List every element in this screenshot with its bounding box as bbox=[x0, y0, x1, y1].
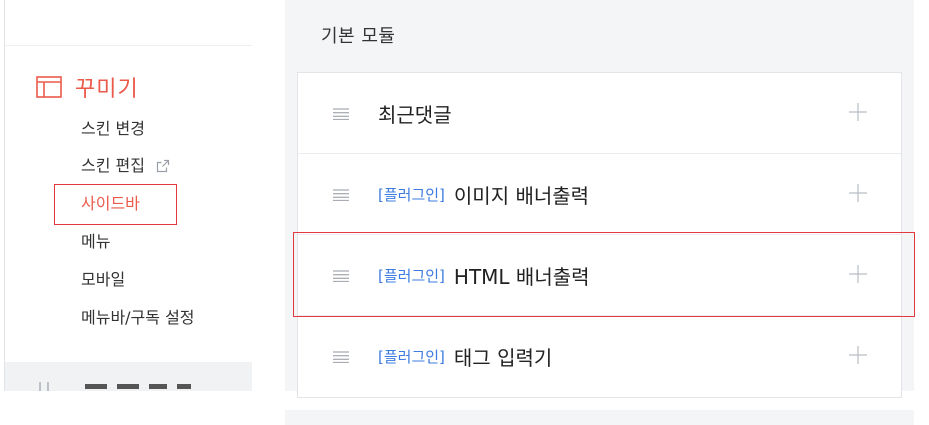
active-item-highlight bbox=[54, 184, 177, 225]
drag-handle-icon[interactable] bbox=[332, 189, 350, 201]
sidebar-item-menu[interactable]: 메뉴 bbox=[81, 232, 110, 252]
sidebar-item-skin-edit[interactable]: 스킨 편집 bbox=[81, 156, 170, 178]
plugin-tag: [플러그인] bbox=[378, 185, 445, 204]
module-label: [플러그인] 이미지 배너출력 bbox=[378, 154, 589, 234]
next-section-label-cropped bbox=[85, 384, 191, 389]
panel-title: 기본 모듈 bbox=[321, 26, 396, 47]
blog-settings-page: 꾸미기 스킨 변경 스킨 편집 사이드바 메뉴 모바일 메뉴바/구독 설정 기본… bbox=[0, 0, 929, 425]
sidebar: 꾸미기 스킨 변경 스킨 편집 사이드바 메뉴 모바일 메뉴바/구독 설정 bbox=[0, 0, 252, 391]
plugin-tag: [플러그인] bbox=[378, 347, 445, 366]
sidebar-section-title: 꾸미기 bbox=[75, 77, 139, 102]
sidebar-section-decorate[interactable]: 꾸미기 bbox=[36, 72, 139, 102]
sidebar-item-menubar-subscribe[interactable]: 메뉴바/구독 설정 bbox=[81, 308, 195, 328]
module-label: [플러그인] 태그 입력기 bbox=[378, 316, 552, 396]
sidebar-item-label: 스킨 변경 bbox=[81, 119, 145, 138]
module-row[interactable]: 최근댓글 bbox=[298, 73, 901, 153]
sidebar-item-label: 메뉴 bbox=[81, 232, 111, 251]
layout-icon bbox=[36, 76, 62, 98]
sidebar-item-label: 스킨 편집 bbox=[81, 156, 145, 175]
add-icon[interactable] bbox=[849, 103, 867, 121]
module-row[interactable]: [플러그인] 태그 입력기 bbox=[298, 316, 901, 396]
module-row[interactable]: [플러그인] 이미지 배너출력 bbox=[298, 154, 901, 234]
module-highlight-box bbox=[293, 232, 915, 317]
sidebar-next-section[interactable] bbox=[5, 362, 252, 391]
next-section-icon bbox=[39, 382, 49, 391]
module-label: 최근댓글 bbox=[378, 73, 452, 153]
sidebar-item-mobile[interactable]: 모바일 bbox=[81, 270, 125, 290]
sidebar-border bbox=[4, 0, 5, 391]
external-link-icon bbox=[156, 158, 170, 178]
next-panel-strip bbox=[285, 410, 914, 425]
drag-handle-icon[interactable] bbox=[332, 108, 350, 120]
sidebar-item-skin-change[interactable]: 스킨 변경 bbox=[81, 119, 145, 139]
sidebar-item-label: 메뉴바/구독 설정 bbox=[81, 308, 195, 327]
module-panel: 기본 모듈 최근댓글 [플러그인] 이미지 배너출력 [플러그인] HTML 배… bbox=[285, 0, 914, 398]
drag-handle-icon[interactable] bbox=[332, 351, 350, 363]
module-name: 이미지 배너출력 bbox=[453, 183, 590, 208]
sidebar-divider bbox=[5, 45, 252, 46]
module-name: 최근댓글 bbox=[378, 102, 452, 127]
module-name: 태그 입력기 bbox=[453, 345, 553, 370]
add-icon[interactable] bbox=[849, 184, 867, 202]
add-icon[interactable] bbox=[849, 346, 867, 364]
sidebar-item-label: 모바일 bbox=[81, 270, 126, 289]
